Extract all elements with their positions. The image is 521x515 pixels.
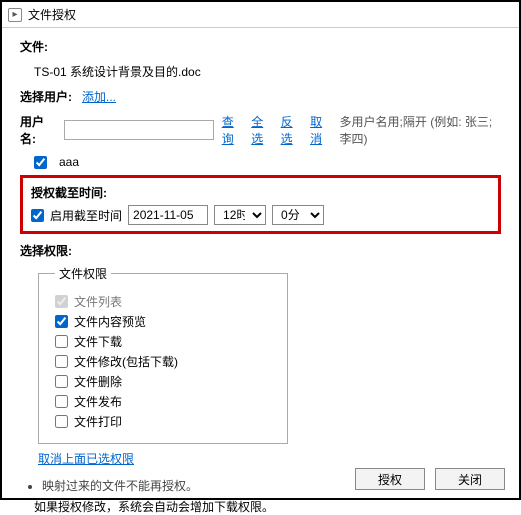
expiry-minute-select[interactable]: 0分 xyxy=(272,205,324,225)
perm-publish-checkbox[interactable] xyxy=(55,395,68,408)
file-name: TS-01 系统设计背景及目的.doc xyxy=(34,63,501,80)
username-label: 用户名: xyxy=(20,113,56,147)
note-footer: 如果授权修改，系统会自动会增加下载权限。 xyxy=(34,498,501,515)
dialog-title: 文件授权 xyxy=(28,6,76,23)
add-user-link[interactable]: 添加... xyxy=(82,90,116,104)
perm-download-label: 文件下载 xyxy=(74,333,122,350)
perm-delete-checkbox[interactable] xyxy=(55,375,68,388)
perm-modify-label: 文件修改(包括下载) xyxy=(74,353,178,370)
perm-preview-label: 文件内容预览 xyxy=(74,313,146,330)
enable-expiry-label: 启用截至时间 xyxy=(50,207,122,224)
close-button[interactable]: 关闭 xyxy=(435,468,505,490)
expiry-heading: 授权截至时间: xyxy=(31,184,490,201)
enable-expiry-checkbox[interactable] xyxy=(31,209,44,222)
perm-label: 选择权限: xyxy=(20,242,501,259)
perm-delete-label: 文件删除 xyxy=(74,373,122,390)
permissions-legend: 文件权限 xyxy=(55,265,111,282)
perm-list-label: 文件列表 xyxy=(74,293,122,310)
perm-preview-checkbox[interactable] xyxy=(55,315,68,328)
select-all-link[interactable]: 全选 xyxy=(251,113,272,147)
expiry-hour-select[interactable]: 12时 xyxy=(214,205,266,225)
query-link[interactable]: 查询 xyxy=(222,113,243,147)
invert-link[interactable]: 反选 xyxy=(281,113,302,147)
user-item-label: aaa xyxy=(59,155,79,169)
user-checkbox-aaa[interactable] xyxy=(34,156,47,169)
expand-icon[interactable]: ▸ xyxy=(8,8,22,22)
perm-publish-label: 文件发布 xyxy=(74,393,122,410)
perm-print-checkbox[interactable] xyxy=(55,415,68,428)
expiry-date-input[interactable] xyxy=(128,205,208,225)
expiry-section: 授权截至时间: 启用截至时间 12时 0分 xyxy=(20,175,501,234)
select-user-label: 选择用户: xyxy=(20,90,72,104)
perm-print-label: 文件打印 xyxy=(74,413,122,430)
permissions-fieldset: 文件权限 文件列表 文件内容预览 文件下载 文件修改(包括下载) 文件删除 文件… xyxy=(38,265,288,444)
multi-user-hint: 多用户名用;隔开 (例如: 张三;李四) xyxy=(340,113,501,147)
perm-list-checkbox xyxy=(55,295,68,308)
file-label: 文件: xyxy=(20,38,501,55)
perm-download-checkbox[interactable] xyxy=(55,335,68,348)
cancel-selection-link[interactable]: 取消 xyxy=(310,113,331,147)
authorize-button[interactable]: 授权 xyxy=(355,468,425,490)
perm-modify-checkbox[interactable] xyxy=(55,355,68,368)
username-input[interactable] xyxy=(64,120,214,140)
cancel-permissions-link[interactable]: 取消上面已选权限 xyxy=(38,452,134,466)
